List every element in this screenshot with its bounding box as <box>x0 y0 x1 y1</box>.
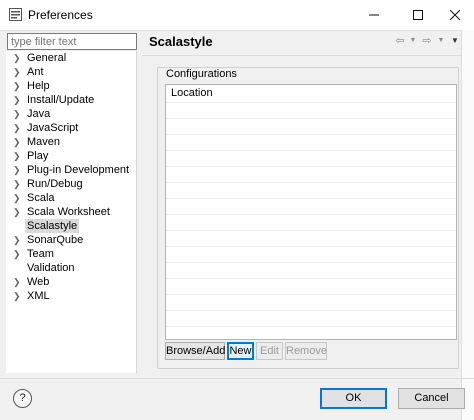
tree-item-label: Scalastyle <box>25 219 80 233</box>
ok-button[interactable]: OK <box>320 388 387 409</box>
tree-item-javascript[interactable]: ❯ JavaScript <box>6 121 134 135</box>
tree-item-label: XML <box>27 290 50 302</box>
tree-item-web[interactable]: ❯ Web <box>6 275 134 289</box>
column-header-label: Location <box>171 87 213 99</box>
tree-item-general[interactable]: ❯ General <box>6 51 134 65</box>
back-arrow-icon[interactable]: ⇦ <box>394 35 406 47</box>
table-row-divider <box>166 262 456 263</box>
configurations-table[interactable]: Location <box>165 84 457 340</box>
table-row-divider <box>166 230 456 231</box>
group-label: Configurations <box>164 68 239 80</box>
tree-item-help[interactable]: ❯ Help <box>6 79 134 93</box>
chevron-right-icon[interactable]: ❯ <box>13 233 21 247</box>
tree-item-label: Run/Debug <box>27 178 83 190</box>
minimize-button[interactable] <box>355 0 393 30</box>
tree-item-label: General <box>27 52 67 64</box>
tree-item-scala[interactable]: ❯ Scala <box>6 191 134 205</box>
tree-item-label: JavaScript <box>27 122 79 134</box>
help-icon[interactable]: ? <box>13 389 32 408</box>
tree-item-run-debug[interactable]: ❯ Run/Debug <box>6 177 134 191</box>
tree-item-plug-in-development[interactable]: ❯ Plug-in Development <box>6 163 134 177</box>
chevron-right-icon[interactable]: ❯ <box>13 205 21 219</box>
tree-item-scala-worksheet[interactable]: ❯ Scala Worksheet <box>6 205 134 219</box>
tree-item-sonarqube[interactable]: ❯ SonarQube <box>6 233 134 247</box>
close-button[interactable] <box>436 0 474 30</box>
tree-item-label: Install/Update <box>27 94 95 106</box>
chevron-right-icon[interactable]: ❯ <box>13 149 21 163</box>
column-header-location[interactable]: Location <box>166 85 456 102</box>
table-row-divider <box>166 278 456 279</box>
table-row-divider <box>166 102 456 103</box>
tree-item-maven[interactable]: ❯ Maven <box>6 135 134 149</box>
tree-item-ant[interactable]: ❯ Ant <box>6 65 134 79</box>
preferences-tree[interactable]: ❯ General ❯ Ant ❯ Help ❯ Install/Update … <box>6 51 137 373</box>
tree-item-label: Web <box>27 276 50 288</box>
chevron-right-icon[interactable]: ❯ <box>13 65 21 79</box>
table-row-divider <box>166 118 456 119</box>
chevron-right-icon[interactable]: ❯ <box>13 275 21 289</box>
title-bar: Preferences <box>0 0 474 31</box>
footer-divider <box>0 378 474 379</box>
tree-item-scalastyle[interactable]: Scalastyle <box>6 219 134 233</box>
table-row-divider <box>166 294 456 295</box>
forward-arrow-icon[interactable]: ⇨ <box>421 35 433 47</box>
tree-item-label: Team <box>27 248 54 260</box>
back-dropdown-icon[interactable]: ▼ <box>407 35 419 47</box>
tree-item-validation[interactable]: Validation <box>6 261 134 275</box>
chevron-right-icon[interactable]: ❯ <box>13 247 21 261</box>
table-row-divider <box>166 166 456 167</box>
chevron-right-icon[interactable]: ❯ <box>13 177 21 191</box>
preferences-app-icon <box>9 8 22 21</box>
table-row-divider <box>166 134 456 135</box>
tree-item-label: Help <box>27 80 50 92</box>
chevron-right-icon[interactable]: ❯ <box>13 93 21 107</box>
tree-item-label: Maven <box>27 136 61 148</box>
tree-item-label: SonarQube <box>27 234 84 246</box>
chevron-right-icon[interactable]: ❯ <box>13 163 21 177</box>
remove-button[interactable]: Remove <box>285 342 327 360</box>
cancel-button[interactable]: Cancel <box>398 388 465 409</box>
table-row-divider <box>166 310 456 311</box>
tree-item-play[interactable]: ❯ Play <box>6 149 134 163</box>
tree-item-label: Ant <box>27 66 44 78</box>
maximize-icon <box>413 10 423 20</box>
table-row-divider <box>166 326 456 327</box>
tree-item-label: Scala Worksheet <box>27 206 110 218</box>
tree-item-label: Validation <box>27 262 75 274</box>
table-row-divider <box>166 150 456 151</box>
chevron-right-icon[interactable]: ❯ <box>13 51 21 65</box>
view-menu-icon[interactable]: ▼ <box>449 35 461 47</box>
new-button[interactable]: New <box>227 342 254 360</box>
chevron-right-icon[interactable]: ❯ <box>13 135 21 149</box>
chevron-right-icon[interactable]: ❯ <box>13 289 21 303</box>
tree-item-label: Plug-in Development <box>27 164 130 176</box>
page-title: Scalastyle <box>149 34 213 49</box>
tree-item-install-update[interactable]: ❯ Install/Update <box>6 93 134 107</box>
table-row-divider <box>166 214 456 215</box>
chevron-right-icon[interactable]: ❯ <box>13 121 21 135</box>
tree-item-label: Play <box>27 150 49 162</box>
preferences-window: Preferences ❯ General ❯ Ant ❯ Help ❯ Ins… <box>0 0 474 420</box>
chevron-right-icon[interactable]: ❯ <box>13 79 21 93</box>
window-edge-strip <box>461 30 474 420</box>
table-row-divider <box>166 182 456 183</box>
header-divider <box>142 55 461 56</box>
tree-item-xml[interactable]: ❯ XML <box>6 289 134 303</box>
close-icon <box>450 10 460 20</box>
maximize-button[interactable] <box>399 0 437 30</box>
filter-input[interactable] <box>7 33 137 50</box>
forward-dropdown-icon[interactable]: ▼ <box>435 35 447 47</box>
tree-item-label: Scala <box>27 192 55 204</box>
chevron-right-icon[interactable]: ❯ <box>13 191 21 205</box>
tree-item-label: Java <box>27 108 51 120</box>
minimize-icon <box>369 14 379 16</box>
table-row-divider <box>166 246 456 247</box>
browse-add-button[interactable]: Browse/Add <box>165 342 225 360</box>
tree-item-java[interactable]: ❯ Java <box>6 107 134 121</box>
window-title: Preferences <box>28 8 93 22</box>
tree-item-team[interactable]: ❯ Team <box>6 247 134 261</box>
edit-button[interactable]: Edit <box>256 342 283 360</box>
chevron-right-icon[interactable]: ❯ <box>13 107 21 121</box>
table-row-divider <box>166 198 456 199</box>
